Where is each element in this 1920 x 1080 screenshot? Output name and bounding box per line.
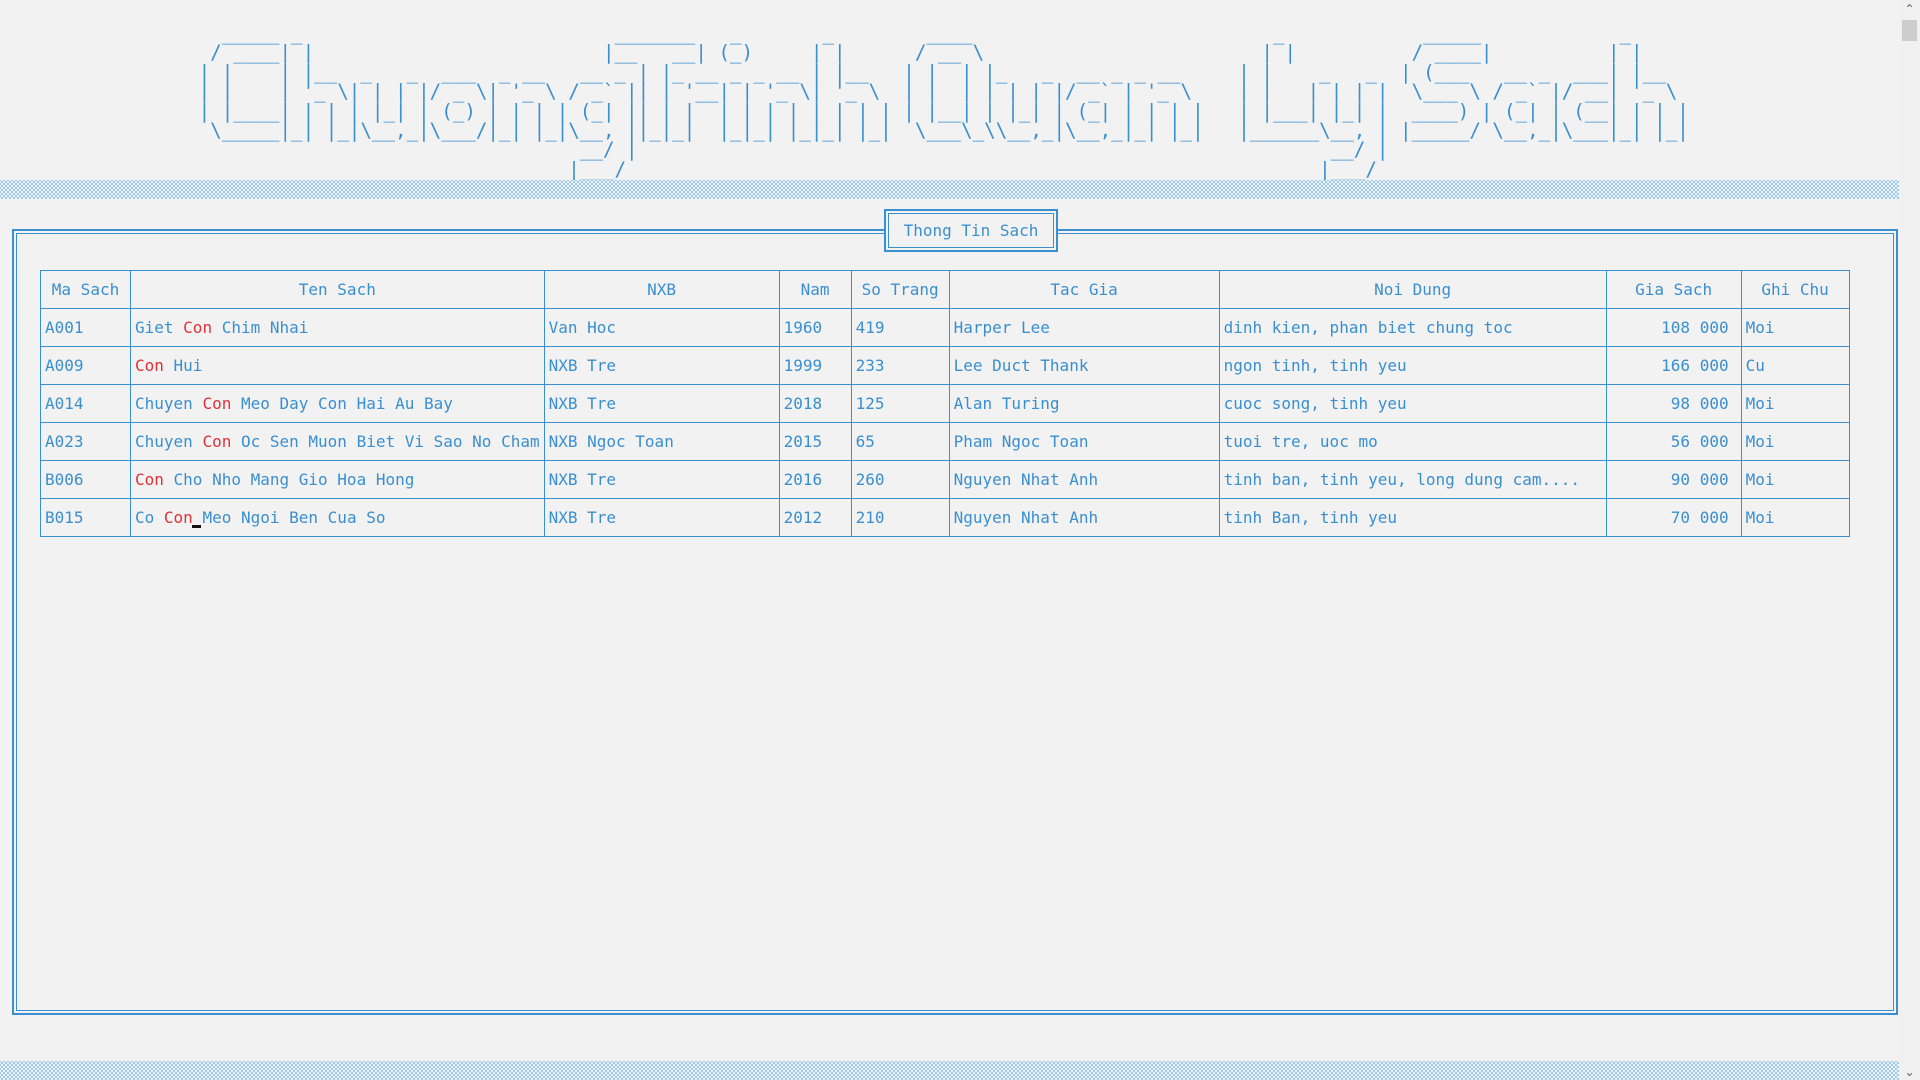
table-row[interactable]: A023 Chuyen Con Oc Sen Muon Biet Vi Sao … <box>40 422 1850 461</box>
cell-nam: 1960 <box>778 308 852 347</box>
chevron-down-icon[interactable]: ⌄ <box>1899 1063 1920 1080</box>
cell-noi-dung: ngon tinh, tinh yeu <box>1218 346 1607 385</box>
cell-ma-sach: B015 <box>40 498 131 537</box>
title-text: Chuyen <box>135 394 203 413</box>
column-header-nxb: NXB <box>543 270 780 309</box>
table-row[interactable]: A009 Con Hui NXB Tre 1999 233 Lee Duct T… <box>40 346 1850 385</box>
cell-ten-sach: Chuyen Con Oc Sen Muon Biet Vi Sao No Ch… <box>130 422 545 461</box>
cell-so-trang: 210 <box>850 498 950 537</box>
cell-tac-gia: Nguyen Nhat Anh <box>948 498 1220 537</box>
title-text: Oc Sen Muon Biet Vi Sao No Cham <box>231 432 540 451</box>
cell-nam: 1999 <box>778 346 852 385</box>
search-highlight: Con <box>163 507 193 527</box>
search-highlight: Con <box>135 470 164 489</box>
cell-gia-sach: 108 000 <box>1605 308 1742 347</box>
column-header-ten-sach: Ten Sach <box>130 270 545 309</box>
panel-title: Thong Tin Sach <box>884 209 1058 252</box>
cell-nxb: NXB Tre <box>543 384 780 423</box>
cell-ten-sach: Giet Con Chim Nhai <box>130 308 545 347</box>
cell-ghi-chu: Moi <box>1740 460 1850 499</box>
column-header-ghi-chu: Ghi Chu <box>1740 270 1850 309</box>
chevron-up-icon[interactable]: ⌃ <box>1899 0 1920 17</box>
column-header-so-trang: So Trang <box>850 270 950 309</box>
title-text: Co <box>135 507 164 527</box>
cell-nam: 2012 <box>778 498 852 537</box>
table-row[interactable]: B006 Con Cho Nho Mang Gio Hoa Hong NXB T… <box>40 460 1850 499</box>
cell-gia-sach: 56 000 <box>1605 422 1742 461</box>
cell-gia-sach: 70 000 <box>1605 498 1742 537</box>
cell-tac-gia: Alan Turing <box>948 384 1220 423</box>
table-row[interactable]: B015 Co Con Meo Ngoi Ben Cua So NXB Tre … <box>40 498 1850 537</box>
cell-noi-dung: tinh ban, tinh yeu, long dung cam.... <box>1218 460 1607 499</box>
column-header-ma-sach: Ma Sach <box>40 270 131 309</box>
search-highlight: Con <box>202 394 232 413</box>
cell-so-trang: 419 <box>850 308 950 347</box>
cell-so-trang: 233 <box>850 346 950 385</box>
cell-ma-sach: A009 <box>40 346 131 385</box>
column-header-tac-gia: Tac Gia <box>948 270 1220 309</box>
cell-gia-sach: 98 000 <box>1605 384 1742 423</box>
cell-so-trang: 125 <box>850 384 950 423</box>
cell-noi-dung: dinh kien, phan biet chung toc <box>1218 308 1607 347</box>
cell-ten-sach: Con Hui <box>130 346 545 385</box>
column-header-nam: Nam <box>778 270 852 309</box>
table-header-row: Ma Sach Ten Sach NXB Nam So Trang Tac Gi… <box>40 270 1850 309</box>
cell-tac-gia: Nguyen Nhat Anh <box>948 460 1220 499</box>
book-table: Ma Sach Ten Sach NXB Nam So Trang Tac Gi… <box>40 270 1850 537</box>
cell-ten-sach: Chuyen Con Meo Day Con Hai Au Bay <box>130 384 545 423</box>
cell-nam: 2018 <box>778 384 852 423</box>
cell-gia-sach: 90 000 <box>1605 460 1742 499</box>
cell-ten-sach: Con Cho Nho Mang Gio Hoa Hong <box>130 460 545 499</box>
table-row[interactable]: A014 Chuyen Con Meo Day Con Hai Au Bay N… <box>40 384 1850 423</box>
shaded-divider-top <box>0 180 1899 199</box>
title-text: Chim Nhai <box>212 318 309 337</box>
cell-ghi-chu: Moi <box>1740 422 1850 461</box>
title-text: Hui <box>163 356 203 375</box>
cell-nxb: NXB Tre <box>543 460 780 499</box>
cell-noi-dung: tuoi tre, uoc mo <box>1218 422 1607 461</box>
column-header-noi-dung: Noi Dung <box>1218 270 1607 309</box>
title-text: Cho Nho Mang Gio Hoa Hong <box>163 470 415 489</box>
cell-nxb: Van Hoc <box>543 308 780 347</box>
cell-ghi-chu: Moi <box>1740 384 1850 423</box>
search-highlight: Con <box>135 356 164 375</box>
cell-so-trang: 260 <box>850 460 950 499</box>
cell-noi-dung: tinh Ban, tinh yeu <box>1218 498 1607 537</box>
title-text: Chuyen <box>135 432 203 451</box>
ascii-banner-title: _____ _ _______ _ _ ____ _ _____ _ / ___… <box>198 22 1689 181</box>
cell-ma-sach: A023 <box>40 422 131 461</box>
cell-tac-gia: Harper Lee <box>948 308 1220 347</box>
title-text: Meo Ngoi Ben Cua So <box>192 507 386 527</box>
cell-so-trang: 65 <box>850 422 950 461</box>
scrollbar-thumb[interactable] <box>1902 20 1917 41</box>
cell-noi-dung: cuoc song, tinh yeu <box>1218 384 1607 423</box>
cell-tac-gia: Pham Ngoc Toan <box>948 422 1220 461</box>
vertical-scrollbar[interactable]: ⌃ ⌄ <box>1899 0 1920 1080</box>
cell-ma-sach: B006 <box>40 460 131 499</box>
column-header-gia-sach: Gia Sach <box>1605 270 1742 309</box>
table-row[interactable]: A001 Giet Con Chim Nhai Van Hoc 1960 419… <box>40 308 1850 347</box>
shaded-divider-bottom <box>0 1061 1899 1080</box>
cell-nam: 2015 <box>778 422 852 461</box>
cell-ghi-chu: Cu <box>1740 346 1850 385</box>
cell-nam: 2016 <box>778 460 852 499</box>
title-text: Giet <box>135 318 184 337</box>
console-window: _____ _ _______ _ _ ____ _ _____ _ / ___… <box>0 0 1899 1080</box>
cell-nxb: NXB Tre <box>543 346 780 385</box>
cell-nxb: NXB Ngoc Toan <box>543 422 780 461</box>
cell-ghi-chu: Moi <box>1740 308 1850 347</box>
title-text: Meo Day Con Hai Au Bay <box>231 394 453 413</box>
cell-ma-sach: A001 <box>40 308 131 347</box>
cell-ten-sach: Co Con Meo Ngoi Ben Cua So <box>130 498 545 537</box>
cell-ghi-chu: Moi <box>1740 498 1850 537</box>
cell-gia-sach: 166 000 <box>1605 346 1742 385</box>
search-highlight: Con <box>183 318 213 337</box>
cell-ma-sach: A014 <box>40 384 131 423</box>
cell-nxb: NXB Tre <box>543 498 780 537</box>
search-highlight: Con <box>202 432 232 451</box>
cell-tac-gia: Lee Duct Thank <box>948 346 1220 385</box>
